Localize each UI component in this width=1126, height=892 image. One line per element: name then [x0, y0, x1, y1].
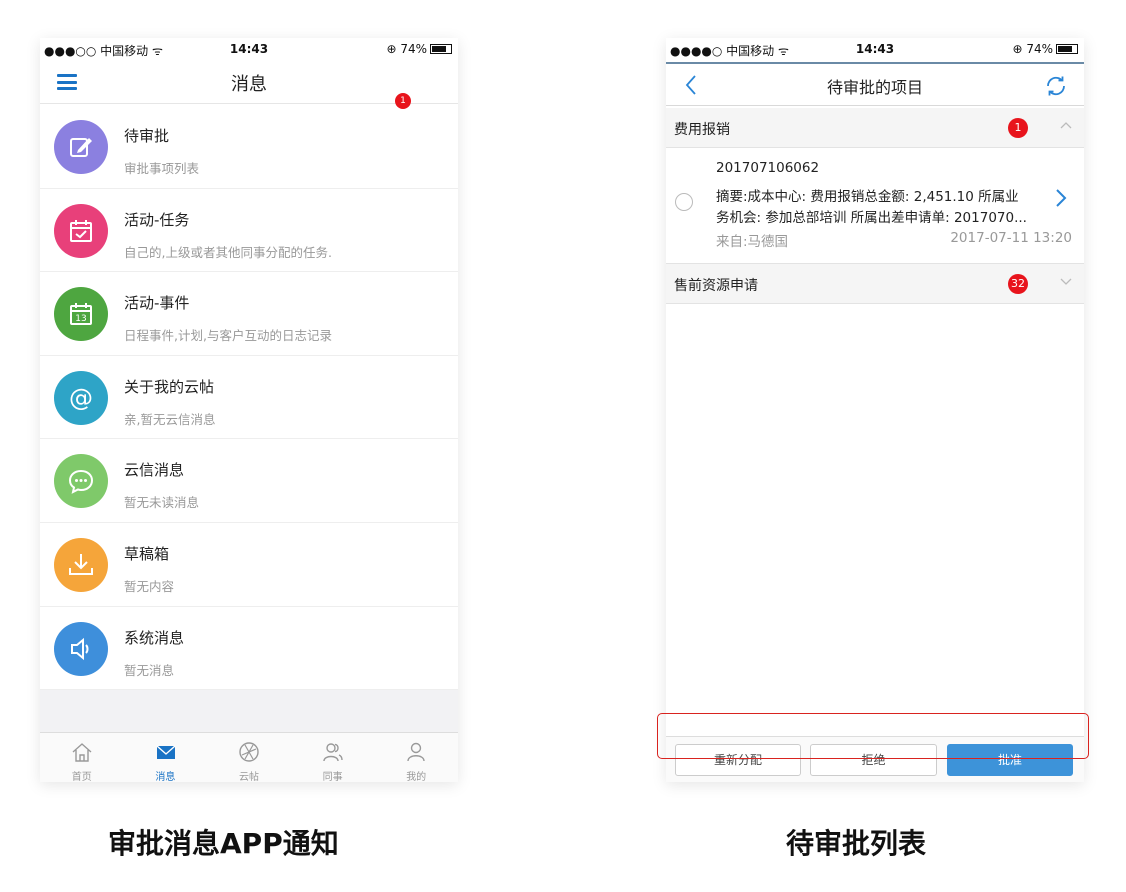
list-item-my-posts[interactable]: @ 关于我的云帖 亲,暂无云信消息: [40, 356, 458, 440]
page-title: 待审批的项目: [826, 78, 923, 97]
select-radio[interactable]: [675, 193, 693, 211]
record-date: 2017-07-11 13:20: [950, 230, 1072, 246]
section-title: 售前资源申请: [674, 278, 758, 294]
battery-icon: [1056, 44, 1078, 54]
tab-label: 我的: [406, 772, 427, 782]
count-badge: 1: [1008, 118, 1028, 138]
item-title: 活动-事件: [124, 294, 190, 313]
item-subtitle: 暂无未读消息: [124, 495, 200, 511]
item-title: 云信消息: [124, 461, 185, 480]
item-title: 草稿箱: [124, 544, 170, 563]
tab-home[interactable]: 首页: [40, 733, 124, 782]
message-list: 待审批 审批事项列表 活动-任务 自己的,上级或者其他同事分配的任务. 13 活…: [40, 105, 458, 691]
tab-label: 云帖: [238, 772, 259, 782]
tab-messages[interactable]: 消息: [124, 733, 208, 782]
download-icon: [54, 537, 108, 592]
nav-bar: 待审批的项目: [666, 62, 1084, 106]
list-item-activity-event[interactable]: 13 活动-事件 日程事件,计划,与客户互动的日志记录: [40, 272, 458, 356]
count-badge: 32: [1008, 274, 1028, 294]
svg-text:13: 13: [75, 314, 86, 324]
tab-label: 首页: [71, 772, 92, 782]
chevron-down-icon: [1060, 278, 1072, 285]
calendar-check-icon: [54, 203, 108, 258]
highlight-frame: [657, 713, 1089, 759]
empty-area: [40, 690, 458, 732]
item-title: 待审批: [124, 127, 170, 145]
list-item-drafts[interactable]: 草稿箱 暂无内容: [40, 523, 458, 607]
chevron-up-icon: [1060, 122, 1072, 129]
svg-text:@: @: [69, 385, 93, 411]
battery-percent: ⊕ 74%: [1012, 42, 1053, 56]
item-subtitle: 自己的,上级或者其他同事分配的任务.: [124, 244, 332, 260]
list-item-pending-approval[interactable]: 待审批 审批事项列表: [40, 105, 458, 189]
item-subtitle: 审批事项列表: [124, 161, 200, 176]
section-title: 费用报销: [674, 122, 730, 138]
item-title: 系统消息: [124, 628, 185, 647]
page-title: 消息: [231, 74, 267, 95]
chevron-right-icon[interactable]: [1055, 188, 1067, 208]
tab-label: 同事: [322, 772, 343, 782]
list-item-system-messages[interactable]: 系统消息 暂无消息: [40, 607, 458, 691]
calendar-13-icon: 13: [54, 287, 108, 342]
chat-icon: [54, 454, 108, 509]
approval-record[interactable]: 201707106062 摘要:成本中心: 费用报销总金额: 2,451.10 …: [666, 148, 1084, 264]
record-from: 来自:马德国: [716, 234, 789, 250]
caption-left: 审批消息APP通知: [108, 827, 339, 860]
battery-status: ⊕ 74%: [1012, 42, 1078, 56]
battery-icon: [430, 44, 452, 54]
tab-me[interactable]: 我的: [374, 733, 458, 782]
tab-posts[interactable]: 云帖: [207, 733, 291, 782]
aperture-icon: [239, 742, 259, 762]
status-bar: ●●●●○ 中国移动 ᯤ 14:43 ⊕ 74%: [666, 38, 1084, 62]
section-expense-reimbursement[interactable]: 费用报销 1: [666, 108, 1084, 148]
list-item-activity-task[interactable]: 活动-任务 自己的,上级或者其他同事分配的任务.: [40, 189, 458, 273]
tab-label: 消息: [155, 772, 176, 782]
caption-right: 待审批列表: [786, 827, 927, 860]
tab-colleagues[interactable]: 同事: [291, 733, 375, 782]
battery-status: ⊕ 74%: [386, 42, 452, 56]
item-title: 关于我的云帖: [124, 377, 215, 396]
item-title: 活动-任务: [124, 210, 190, 229]
colleagues-icon: [323, 743, 343, 762]
at-icon: @: [54, 370, 108, 425]
record-summary-line1: 摘要:成本中心: 费用报销总金额: 2,451.10 所属业: [716, 189, 1019, 205]
section-presales-resource-request[interactable]: 售前资源申请 32: [666, 264, 1084, 304]
record-summary-line2: 务机会: 参加总部培训 所属出差申请单: 2017070...: [716, 210, 1027, 226]
person-icon: [407, 742, 426, 762]
edit-icon: [54, 120, 108, 174]
item-subtitle: 暂无消息: [124, 662, 175, 678]
messages-screen: ●●●○○ 中国移动 ᯤ 14:43 ⊕ 74% 消息 1 待审批 审批事项列表…: [40, 38, 458, 782]
home-icon: [72, 743, 92, 762]
approval-screen: ●●●●○ 中国移动 ᯤ 14:43 ⊕ 74% 待审批的项目 费用报销 1 2…: [666, 38, 1084, 782]
tab-bar: 首页 消息 云帖 同事 我的: [40, 732, 458, 782]
list-item-cloud-messages[interactable]: 云信消息 暂无未读消息: [40, 439, 458, 523]
item-subtitle: 日程事件,计划,与客户互动的日志记录: [124, 328, 332, 344]
battery-percent: ⊕ 74%: [386, 42, 427, 56]
item-subtitle: 暂无内容: [124, 578, 175, 594]
speaker-icon: [54, 621, 108, 676]
mail-icon: [156, 745, 176, 759]
item-subtitle: 亲,暂无云信消息: [124, 411, 216, 427]
refresh-icon[interactable]: [1044, 74, 1068, 98]
status-bar: ●●●○○ 中国移动 ᯤ 14:43 ⊕ 74%: [40, 38, 458, 62]
record-id: 201707106062: [716, 160, 820, 176]
